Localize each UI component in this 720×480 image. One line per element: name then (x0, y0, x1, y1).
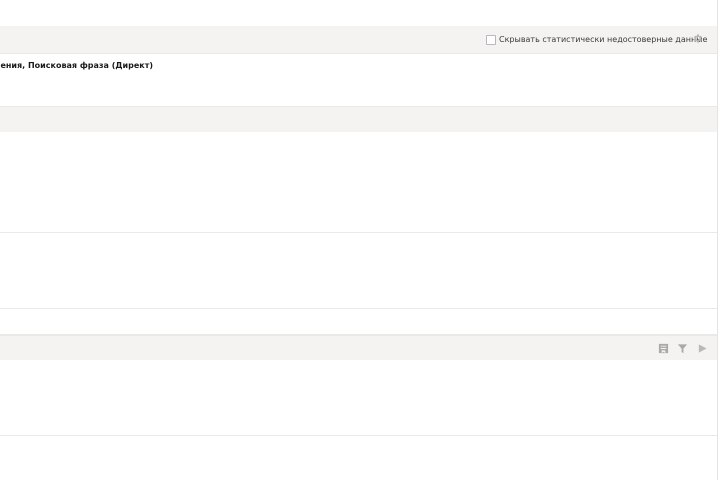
grouping-area: Объявления, Поисковая фраза (Директ) (0, 54, 500, 78)
play-icon[interactable] (697, 343, 708, 354)
scroll-edge (717, 0, 718, 480)
table-row[interactable] (0, 132, 717, 158)
hide-unreliable-label: Скрывать статистически недостоверные дан… (499, 35, 708, 44)
table-row[interactable] (0, 360, 717, 386)
filter-icon[interactable] (677, 343, 688, 354)
bookmark-icon[interactable] (658, 343, 669, 354)
grouping-label[interactable]: Объявления, Поисковая фраза (Директ) (0, 61, 153, 70)
table-row[interactable] (0, 461, 717, 480)
table-row[interactable] (0, 182, 717, 208)
table-row[interactable] (0, 283, 717, 309)
section-toolbar (0, 335, 717, 361)
table-row[interactable] (0, 233, 717, 259)
table-header (0, 106, 717, 133)
table-row[interactable] (0, 385, 717, 411)
gear-icon[interactable] (692, 33, 703, 44)
table-row[interactable] (0, 157, 717, 183)
table-row[interactable] (0, 436, 717, 462)
hide-unreliable-checkbox[interactable] (486, 35, 496, 45)
hide-unreliable-toggle[interactable]: Скрывать статистически недостоверные дан… (486, 35, 707, 45)
table-row[interactable] (0, 309, 717, 335)
table-row[interactable] (0, 410, 717, 436)
report-page: Скрывать статистически недостоверные дан… (0, 0, 720, 480)
table-row[interactable] (0, 207, 717, 233)
report-toolbar: Скрывать статистически недостоверные дан… (0, 26, 717, 54)
table-row[interactable] (0, 258, 717, 284)
